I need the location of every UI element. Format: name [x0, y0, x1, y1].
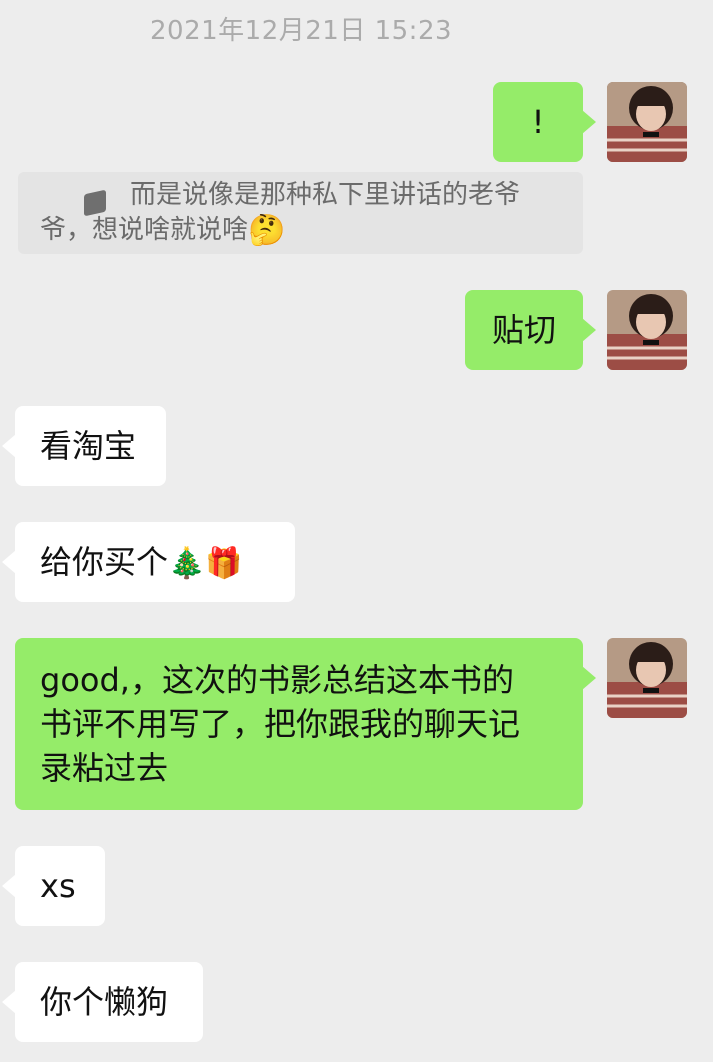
thinking-emoji-icon: 🤔 [248, 213, 286, 248]
message-outgoing[interactable]: ! [493, 82, 596, 162]
avatar[interactable] [607, 82, 687, 162]
message-incoming[interactable]: 给你买个🎄🎁 [2, 522, 295, 602]
message-line: good,，这次的书影总结这本书的 [40, 661, 514, 699]
message-incoming[interactable]: 你个懒狗 [2, 962, 203, 1042]
message-line: 录粘过去 [40, 749, 169, 787]
message-text: xs [40, 867, 76, 905]
avatar-icon [607, 638, 687, 718]
message-incoming[interactable]: xs [2, 846, 105, 926]
message-text: ! [531, 103, 545, 141]
avatar-icon [607, 82, 687, 162]
message-line: 书评不用写了，把你跟我的聊天记 [40, 705, 521, 743]
quote-icon [84, 189, 106, 217]
avatar-icon [607, 290, 687, 370]
message-text: 看淘宝 [40, 427, 137, 465]
christmas-tree-emoji-icon: 🎄 [168, 546, 206, 581]
quoted-message[interactable]: 而是说像是那种私下里讲话的老爷爷，想说啥就说啥🤔 [18, 172, 583, 254]
message-outgoing[interactable]: good,，这次的书影总结这本书的 书评不用写了，把你跟我的聊天记 录粘过去 [15, 638, 596, 810]
avatar[interactable] [607, 638, 687, 718]
avatar[interactable] [607, 290, 687, 370]
message-incoming[interactable]: 看淘宝 [2, 406, 166, 486]
gift-emoji-icon: 🎁 [205, 546, 243, 581]
message-text: 给你买个 [40, 543, 169, 581]
chat-timestamp: 2021年12月21日 15:23 [150, 16, 453, 46]
message-text: 贴切 [491, 311, 556, 349]
message-outgoing[interactable]: 贴切 [465, 290, 596, 370]
message-text: 你个懒狗 [40, 983, 169, 1021]
